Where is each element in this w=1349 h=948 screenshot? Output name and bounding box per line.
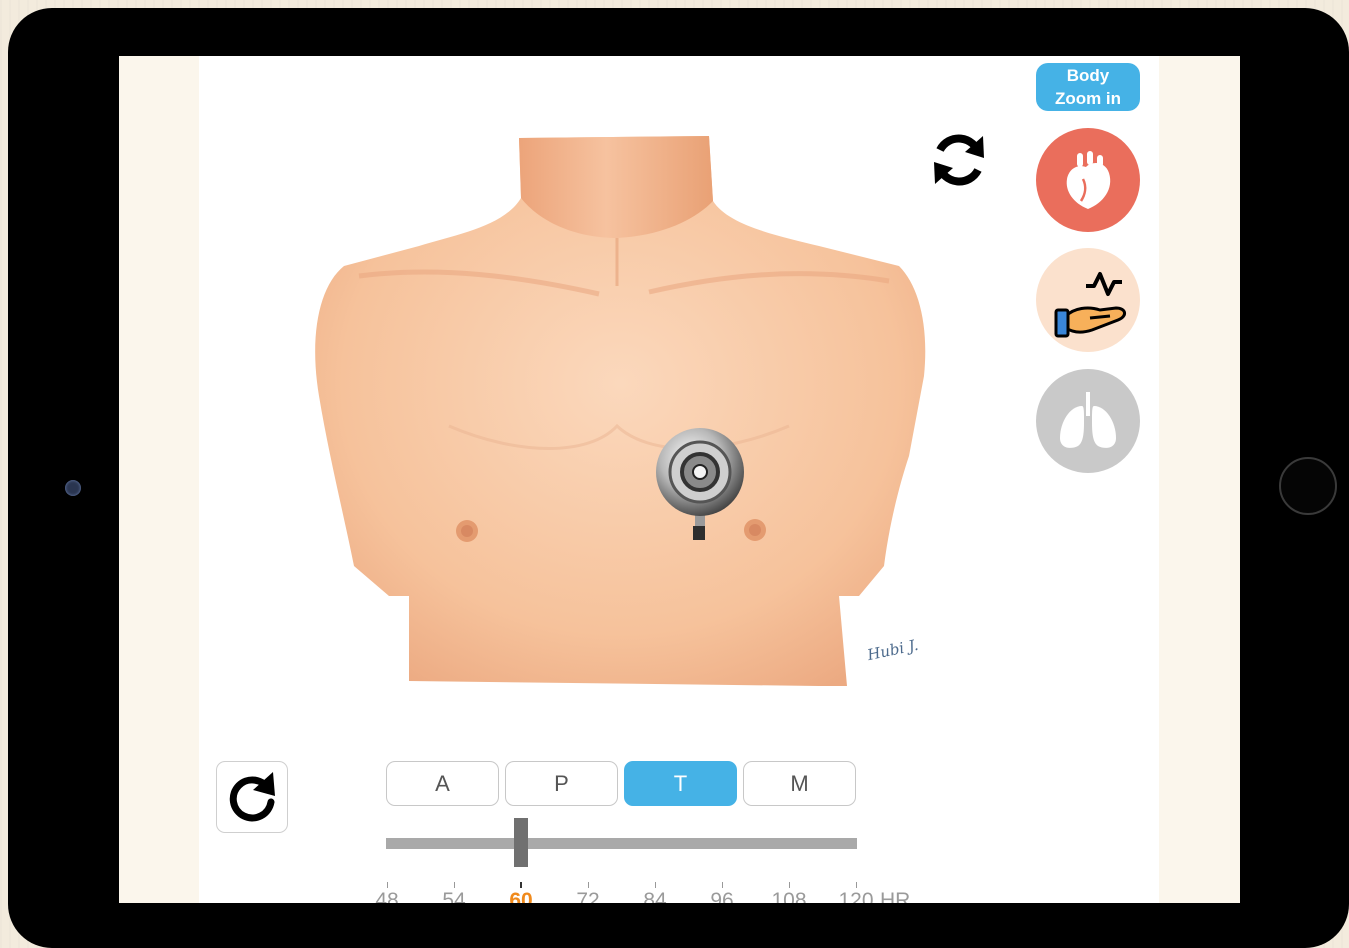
home-button[interactable] <box>1279 457 1337 515</box>
hr-tick-96: 96 <box>692 882 752 903</box>
hr-tick-108: 108 <box>759 882 819 903</box>
lungs-icon <box>1060 392 1116 448</box>
segment-p-button[interactable]: P <box>505 761 618 806</box>
heart-mode-button[interactable] <box>1036 128 1140 232</box>
stethoscope-icon[interactable] <box>652 426 748 544</box>
refresh-icon <box>229 772 275 822</box>
hr-tick-84: 84 <box>625 882 685 903</box>
hr-unit-label: HR <box>880 889 911 903</box>
lungs-mode-button[interactable] <box>1036 369 1140 473</box>
app-screen: Hubi J. Body Zoom in A P T M 48 54 60 72… <box>119 56 1240 903</box>
chest-illustration[interactable] <box>299 126 959 726</box>
hr-tick-120: 120 <box>826 882 886 903</box>
pulse-hand-icon <box>1054 272 1126 338</box>
body-zoom-button[interactable]: Body Zoom in <box>1036 63 1140 111</box>
heart-icon <box>1066 151 1111 209</box>
rotate-view-icon[interactable] <box>927 128 991 192</box>
hr-tick-60: 60 <box>491 882 551 903</box>
segment-m-button[interactable]: M <box>743 761 856 806</box>
heart-rate-slider-thumb[interactable] <box>514 818 528 867</box>
pulse-mode-button[interactable] <box>1036 248 1140 352</box>
zoom-label-line1: Body <box>1066 66 1110 85</box>
hr-tick-48: 48 <box>357 882 417 903</box>
segment-a-button[interactable]: A <box>386 761 499 806</box>
reset-button[interactable] <box>216 761 288 833</box>
segment-t-button[interactable]: T <box>624 761 737 806</box>
heart-rate-slider-track[interactable] <box>386 838 857 849</box>
camera-dot <box>65 480 81 496</box>
hr-tick-54: 54 <box>424 882 484 903</box>
hr-tick-72: 72 <box>558 882 618 903</box>
zoom-label-line2: Zoom in <box>1054 89 1122 108</box>
